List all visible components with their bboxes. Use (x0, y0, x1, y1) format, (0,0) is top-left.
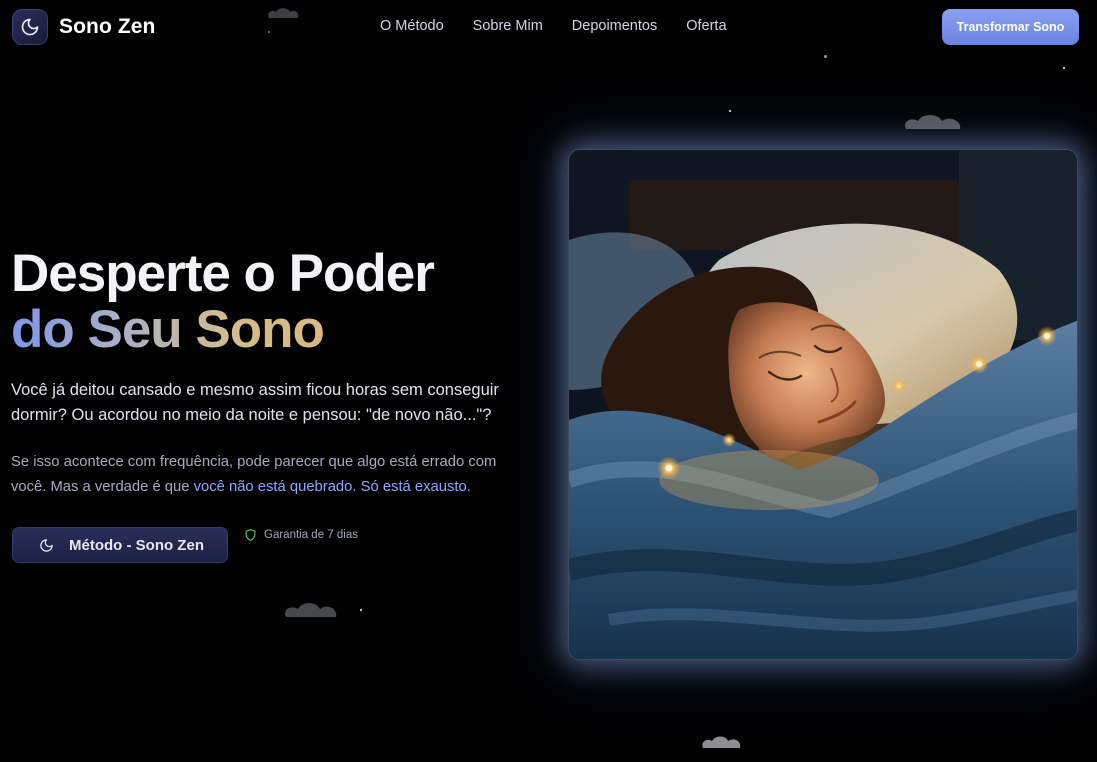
cloud-decoration (285, 603, 337, 617)
brand-name: Sono Zen (59, 15, 156, 38)
hero-image (568, 149, 1078, 660)
headline-line-2: do Seu Sono (11, 300, 325, 359)
metodo-sono-zen-button[interactable]: Método - Sono Zen (12, 527, 228, 563)
cta-main-label: Método - Sono Zen (69, 536, 204, 554)
cloud-decoration (905, 115, 961, 129)
nav-links: O Método Sobre Mim Depoimentos Oferta (380, 18, 756, 34)
nav-link-depoimentos[interactable]: Depoimentos (572, 18, 657, 34)
star-decoration (268, 31, 270, 33)
moon-icon (40, 538, 53, 552)
guarantee-badge: Garantia de 7 dias (244, 528, 358, 542)
nav-link-sobre-mim[interactable]: Sobre Mim (473, 18, 543, 34)
star-decoration (729, 110, 731, 112)
cloud-decoration (268, 8, 299, 18)
hero-lead-text: Você já deitou cansado e mesmo assim fic… (11, 381, 499, 424)
transformar-sono-button[interactable]: Transformar Sono (942, 9, 1079, 45)
nav-link-oferta[interactable]: Oferta (686, 18, 726, 34)
moon-icon (21, 18, 39, 36)
hero-sub-text: Se isso acontece com frequência, pode pa… (11, 450, 516, 500)
star-decoration (824, 55, 827, 58)
shield-icon (245, 528, 256, 542)
star-decoration (1063, 67, 1065, 69)
star-decoration (360, 609, 362, 611)
brand-logo[interactable]: Sono Zen (12, 9, 155, 45)
guarantee-label: Garantia de 7 dias (264, 529, 358, 541)
hero-headline: Desperte o Poder do Seu Sono (11, 246, 531, 358)
sub-text-highlight: você não está quebrado. Só está exausto. (193, 479, 471, 495)
logo-badge (12, 9, 48, 45)
sleeping-woman-illustration (569, 150, 1077, 659)
headline-line-1: Desperte o Poder (11, 244, 435, 303)
nav-link-metodo[interactable]: O Método (380, 18, 444, 34)
top-navbar: Sono Zen O Método Sobre Mim Depoimentos … (0, 0, 1097, 54)
cloud-decoration (702, 736, 741, 748)
